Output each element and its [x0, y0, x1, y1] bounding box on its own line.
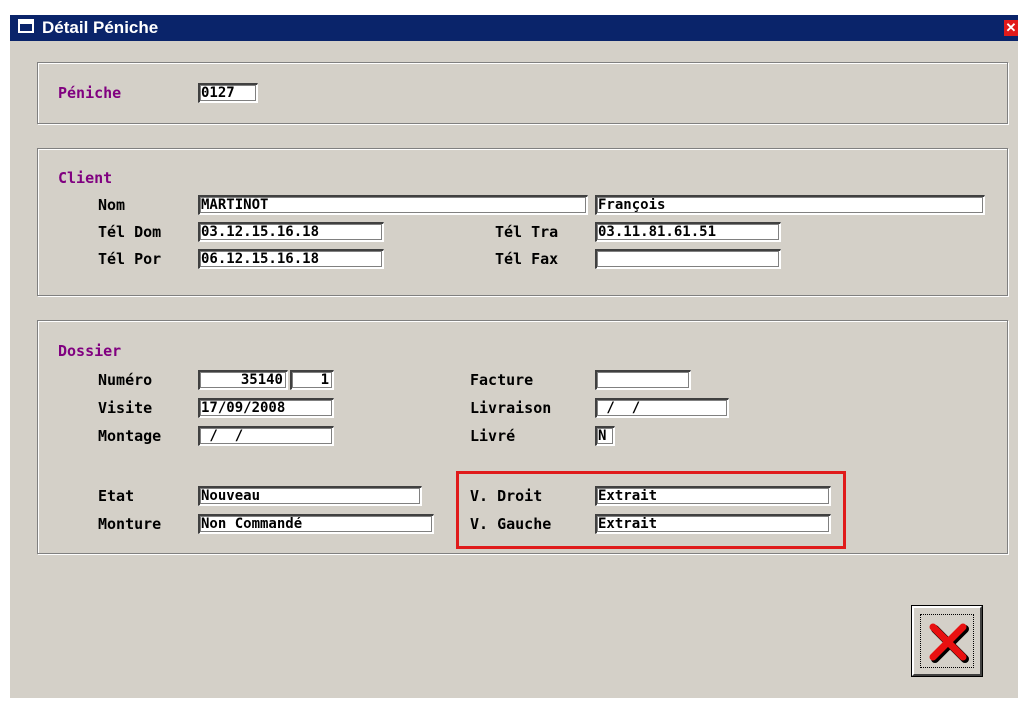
visite-field[interactable]: 17/09/2008 — [198, 398, 334, 418]
numero-label: Numéro — [98, 371, 153, 389]
montage-label: Montage — [98, 427, 162, 445]
facture-label: Facture — [470, 371, 534, 389]
exit-button-focus-ring — [920, 614, 974, 668]
red-x-icon — [929, 623, 969, 663]
numero-field[interactable]: 35140 — [198, 370, 288, 390]
close-window-button[interactable]: ✕ — [1004, 20, 1018, 36]
tel-fax-label: Tél Fax — [495, 250, 559, 268]
tel-tra-label: Tél Tra — [495, 223, 559, 241]
v-gauche-label: V. Gauche — [470, 515, 552, 533]
v-droit-field[interactable]: Extrait — [595, 486, 831, 506]
monture-field[interactable]: Non Commandé — [198, 514, 434, 534]
peniche-field[interactable]: 0127 — [198, 83, 258, 103]
livre-field[interactable]: N — [595, 426, 615, 446]
peniche-group — [37, 62, 1008, 124]
client-section-label: Client — [58, 169, 113, 187]
livraison-field[interactable]: / / — [595, 398, 729, 418]
visite-label: Visite — [98, 399, 153, 417]
tel-fax-field[interactable] — [595, 249, 781, 269]
bottom-strip — [0, 698, 1018, 713]
livraison-label: Livraison — [470, 399, 552, 417]
v-droit-label: V. Droit — [470, 487, 543, 505]
prenom-field[interactable]: François — [595, 195, 985, 215]
tel-por-label: Tél Por — [98, 250, 162, 268]
peniche-label: Péniche — [58, 84, 122, 102]
window-title: Détail Péniche — [42, 18, 159, 37]
tel-por-field[interactable]: 06.12.15.16.18 — [198, 249, 384, 269]
montage-field[interactable]: / / — [198, 426, 334, 446]
exit-button[interactable] — [911, 605, 983, 677]
etat-field[interactable]: Nouveau — [198, 486, 422, 506]
nom-label: Nom — [98, 196, 126, 214]
detail-peniche-window: Détail Péniche ✕ Péniche 0127 Client Nom… — [8, 13, 1018, 700]
v-gauche-field[interactable]: Extrait — [595, 514, 831, 534]
nom-field[interactable]: MARTINOT — [198, 195, 588, 215]
etat-label: Etat — [98, 487, 135, 505]
window-icon[interactable] — [18, 19, 34, 33]
title-bar[interactable]: Détail Péniche ✕ — [10, 15, 1018, 41]
numero-suffix-field[interactable]: 1 — [290, 370, 334, 390]
facture-field[interactable] — [595, 370, 691, 390]
monture-label: Monture — [98, 515, 162, 533]
tel-tra-field[interactable]: 03.11.81.61.51 — [595, 222, 781, 242]
vision-highlight-box — [456, 471, 846, 549]
livre-label: Livré — [470, 427, 516, 445]
tel-dom-label: Tél Dom — [98, 223, 162, 241]
dossier-section-label: Dossier — [58, 342, 122, 360]
tel-dom-field[interactable]: 03.12.15.16.18 — [198, 222, 384, 242]
